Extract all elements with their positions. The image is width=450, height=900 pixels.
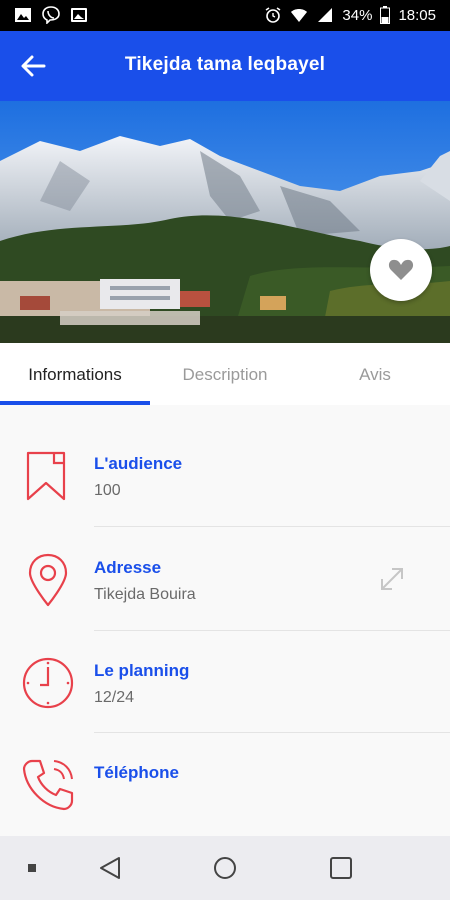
- info-row-address: Adresse Tikejda Bouira: [0, 527, 450, 631]
- status-left-icons: [14, 6, 88, 24]
- viber-icon: [42, 6, 60, 24]
- home-circle-icon[interactable]: [211, 854, 239, 882]
- app-bar: Tikejda tama leqbayel: [0, 31, 450, 101]
- info-row-phone: Téléphone: [0, 733, 450, 837]
- status-bar: 34% 18:05: [0, 0, 450, 31]
- image-icon: [71, 8, 87, 22]
- info-list: L'audience 100 Adresse Tikejda Bouira Le…: [0, 405, 450, 836]
- gallery-icon: [15, 8, 31, 22]
- info-value: 100: [94, 482, 121, 499]
- info-label: L'audience: [94, 454, 183, 473]
- clock-icon: [22, 657, 74, 709]
- tab-informations[interactable]: Informations: [0, 343, 150, 405]
- expand-arrows-icon[interactable]: [378, 565, 406, 593]
- hero-image: [0, 101, 450, 343]
- recents-square-icon[interactable]: [327, 854, 355, 882]
- heart-icon: [388, 259, 414, 280]
- clock-time: 18:05: [398, 6, 436, 24]
- wifi-icon: [291, 9, 308, 22]
- info-label: Adresse: [94, 558, 162, 577]
- info-label: Le planning: [94, 661, 190, 680]
- tab-description[interactable]: Description: [150, 343, 300, 405]
- square-dot-icon[interactable]: [18, 854, 46, 882]
- battery-icon: [380, 6, 391, 24]
- favorite-button[interactable]: [370, 239, 432, 301]
- tab-bar: Informations Description Avis: [0, 343, 450, 406]
- info-value: Tikejda Bouira: [94, 586, 196, 603]
- battery-percent: 34%: [342, 6, 373, 24]
- tab-avis[interactable]: Avis: [300, 343, 450, 405]
- phone-icon: [22, 759, 74, 811]
- info-row-planning: Le planning 12/24: [0, 631, 450, 735]
- mountain-landscape-image: [0, 101, 450, 343]
- info-label: Téléphone: [94, 763, 180, 782]
- signal-icon: [318, 8, 333, 22]
- info-row-audience: L'audience 100: [0, 423, 450, 527]
- info-value: 12/24: [94, 689, 135, 706]
- page-title: Tikejda tama leqbayel: [124, 54, 326, 75]
- bookmark-icon: [26, 451, 66, 501]
- system-nav-bar: [0, 836, 450, 900]
- back-triangle-icon[interactable]: [97, 854, 125, 882]
- location-pin-icon: [28, 553, 68, 607]
- alarm-icon: [265, 7, 281, 23]
- status-right: 34% 18:05: [264, 6, 436, 24]
